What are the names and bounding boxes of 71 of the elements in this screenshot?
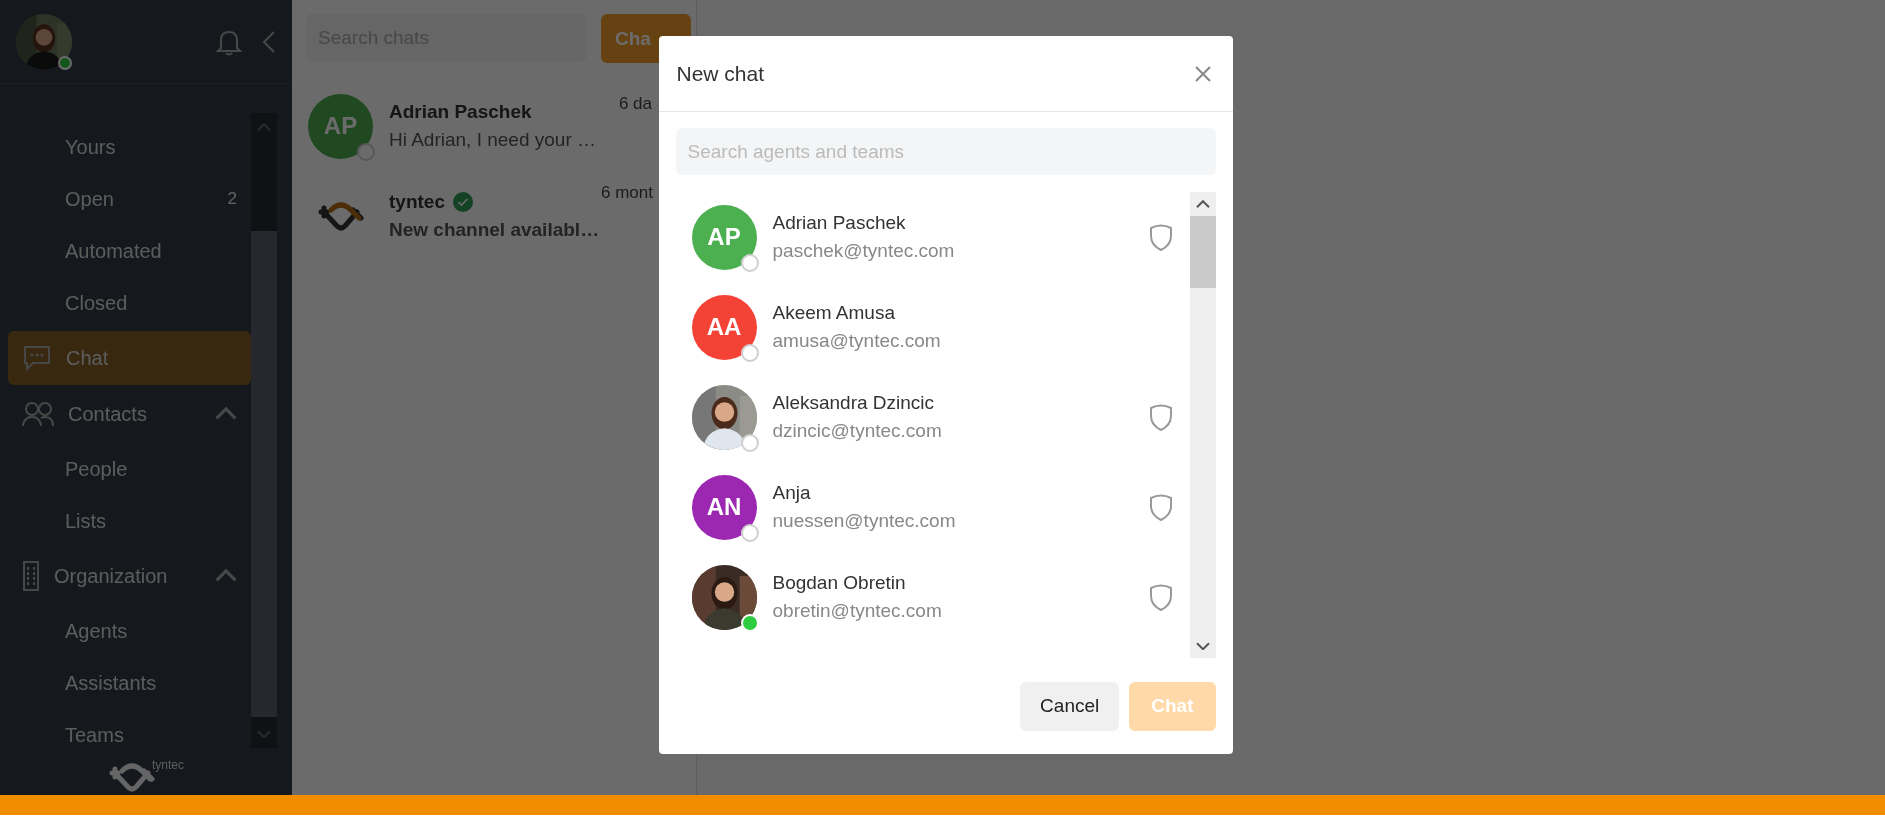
agent-item[interactable]: Bogdan Obretin obretin@tyntec.com xyxy=(691,552,1190,642)
logo-icon xyxy=(316,200,365,232)
search-field[interactable]: Search agents and teams xyxy=(675,128,1216,175)
scroll-up-icon xyxy=(257,122,271,132)
collapse-button[interactable] xyxy=(262,29,276,54)
chat-time: 6 da xyxy=(617,94,653,114)
chat-time: 6 mont xyxy=(601,183,654,203)
chat-item[interactable]: AP Adrian Paschek Hi Adrian, I need your … 6 da xyxy=(292,81,656,171)
chat-name: Adrian Paschek xyxy=(389,101,532,123)
agent-name: Aleksandra Dzincic xyxy=(772,392,936,414)
nav-label: Contacts xyxy=(68,402,148,426)
agent-email: nuessen@tyntec.com xyxy=(772,510,957,532)
agent-item[interactable]: AP Adrian Paschek paschek@tyntec.com xyxy=(691,192,1190,282)
nav-item[interactable]: Organization xyxy=(8,549,251,603)
chat-bubble-icon xyxy=(22,344,52,372)
nav-label: Open xyxy=(65,187,115,211)
nav-label: Yours xyxy=(65,135,117,159)
scroll-up-icon xyxy=(1195,199,1210,209)
scrollbar[interactable] xyxy=(1189,192,1216,658)
chevron-icon xyxy=(215,569,237,583)
nav-label: Automated xyxy=(65,239,163,263)
nav-item[interactable]: Open 2 xyxy=(8,173,251,225)
chat-name: tyntec xyxy=(389,191,445,213)
chat-item[interactable]: tyntec New channel availabl… 6 mont xyxy=(292,171,656,261)
avatar: AP xyxy=(691,204,757,270)
nav-label: People xyxy=(65,457,129,481)
agent-item[interactable]: AA Akeem Amusa amusa@tyntec.com xyxy=(691,282,1190,372)
agent-name: Akeem Amusa xyxy=(772,302,896,324)
nav-label: Teams xyxy=(65,723,125,747)
nav-item[interactable]: Assistants xyxy=(8,657,251,709)
message-preview: New channel availabl… xyxy=(389,219,601,241)
brand-name: tyntec xyxy=(152,758,184,772)
avatar: AA xyxy=(691,294,757,360)
nav-item[interactable]: Closed xyxy=(8,277,251,329)
nav-item[interactable]: People xyxy=(8,443,251,495)
scroll-down-icon xyxy=(257,729,271,739)
nav-item[interactable]: Lists xyxy=(8,495,251,547)
scroll-thumb[interactable] xyxy=(1189,216,1216,288)
nav-label: Closed xyxy=(65,291,129,315)
nav-label: Chat xyxy=(66,346,110,370)
agent-email: dzincic@tyntec.com xyxy=(772,420,943,442)
dialog-title: New chat xyxy=(676,61,766,86)
avatar: AP xyxy=(308,93,373,159)
agent-item[interactable]: AN Anja nuessen@tyntec.com xyxy=(691,462,1190,552)
agent-name: Adrian Paschek xyxy=(772,212,907,234)
nav-label: Agents xyxy=(65,619,129,643)
avatar: AN xyxy=(691,474,757,540)
chevron-icon xyxy=(215,407,237,421)
people-icon xyxy=(22,401,54,427)
agent-name: Anja xyxy=(772,482,812,504)
agent-item[interactable]: Aleksandra Dzincic dzincic@tyntec.com xyxy=(691,372,1190,462)
message-preview: Hi Adrian, I need your … xyxy=(389,129,597,151)
nav-item[interactable]: Agents xyxy=(8,605,251,657)
agent-email: paschek@tyntec.com xyxy=(772,240,956,262)
cancel-button[interactable]: Cancel xyxy=(1020,681,1120,731)
nav-label: Assistants xyxy=(65,671,158,695)
scroll-down-icon xyxy=(1195,641,1210,651)
nav-item[interactable]: Automated xyxy=(8,225,251,277)
nav-label: Lists xyxy=(65,509,108,533)
agent-email: amusa@tyntec.com xyxy=(772,330,942,352)
agent-name: Bogdan Obretin xyxy=(772,572,907,594)
nav-item[interactable]: Yours xyxy=(8,121,251,173)
scroll-thumb[interactable] xyxy=(251,231,277,717)
agent-email: obretin@tyntec.com xyxy=(772,600,943,622)
nav-item[interactable]: Contacts xyxy=(8,387,251,441)
scrollbar[interactable] xyxy=(251,113,277,748)
close-button[interactable] xyxy=(1194,65,1211,82)
nav-label: Organization xyxy=(54,564,169,588)
nav-item[interactable]: Teams xyxy=(8,709,251,748)
count: 2 xyxy=(227,189,237,209)
building-icon xyxy=(22,561,40,591)
